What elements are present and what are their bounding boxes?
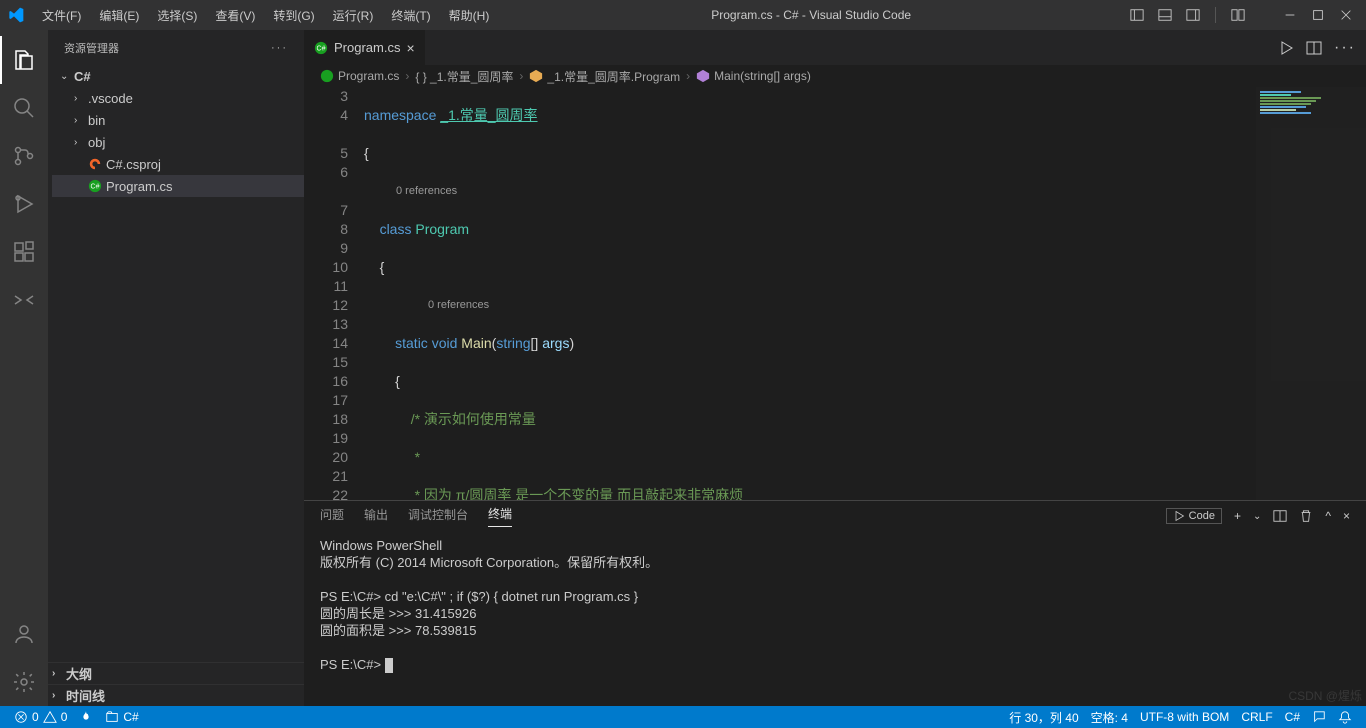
line-gutter: 345678910111213141516171819202122 bbox=[304, 87, 364, 500]
menu-terminal[interactable]: 终端(T) bbox=[383, 3, 438, 28]
watermark: CSDN @煋烁 bbox=[1288, 687, 1362, 704]
terminal-panel: 问题 输出 调试控制台 终端 Code + ⌄ ^ × Windows Powe… bbox=[304, 500, 1366, 706]
activity-search-icon[interactable] bbox=[0, 84, 48, 132]
tab-debug-console[interactable]: 调试控制台 bbox=[408, 506, 468, 527]
menu-view[interactable]: 查看(V) bbox=[207, 3, 263, 28]
activity-debug-icon[interactable] bbox=[0, 180, 48, 228]
menu-help[interactable]: 帮助(H) bbox=[441, 3, 498, 28]
maximize-panel-icon[interactable]: ^ bbox=[1325, 509, 1331, 523]
tab-label: Program.cs bbox=[334, 40, 400, 55]
activity-bar bbox=[0, 30, 48, 706]
sb-language[interactable]: C# bbox=[1279, 706, 1306, 728]
code-content[interactable]: namespace _1.常量_圆周率 { 0 references class… bbox=[364, 87, 1366, 500]
section-outline[interactable]: ›大纲 bbox=[48, 662, 304, 684]
tab-output[interactable]: 输出 bbox=[364, 506, 388, 527]
menu-selection[interactable]: 选择(S) bbox=[149, 3, 205, 28]
bc-namespace[interactable]: { } _1.常量_圆周率 bbox=[415, 68, 513, 85]
folder-vscode[interactable]: ›.vscode bbox=[52, 87, 304, 109]
tab-terminal[interactable]: 终端 bbox=[488, 505, 512, 527]
bc-method[interactable]: Main(string[] args) bbox=[714, 69, 811, 83]
folder-obj[interactable]: ›obj bbox=[52, 131, 304, 153]
file-tree: ⌄C# ›.vscode ›bin ›obj C#.csproj C#Progr… bbox=[48, 65, 304, 662]
folder-root[interactable]: ⌄C# bbox=[52, 65, 304, 87]
folder-bin[interactable]: ›bin bbox=[52, 109, 304, 131]
sb-cursor-position[interactable]: 行 30，列 40 bbox=[1003, 706, 1084, 728]
minimize-icon[interactable] bbox=[1278, 3, 1302, 27]
file-csproj[interactable]: C#.csproj bbox=[52, 153, 304, 175]
panel-tabs: 问题 输出 调试控制台 终端 Code + ⌄ ^ × bbox=[304, 501, 1366, 531]
sb-flame-icon[interactable] bbox=[73, 706, 99, 728]
menu-edit[interactable]: 编辑(E) bbox=[91, 3, 147, 28]
terminal-dropdown-icon[interactable]: ⌄ bbox=[1253, 511, 1261, 522]
sb-project[interactable]: C# bbox=[99, 706, 144, 728]
editor-area: C# Program.cs × ··· Program.cs› { } _1.常… bbox=[304, 30, 1366, 706]
menu-bar: 文件(F) 编辑(E) 选择(S) 查看(V) 转到(G) 运行(R) 终端(T… bbox=[34, 3, 497, 28]
sb-encoding[interactable]: UTF-8 with BOM bbox=[1134, 706, 1235, 728]
split-editor-icon[interactable] bbox=[1306, 40, 1322, 56]
cs-file-icon bbox=[320, 69, 334, 83]
code-editor[interactable]: 345678910111213141516171819202122 namesp… bbox=[304, 87, 1366, 500]
maximize-icon[interactable] bbox=[1306, 3, 1330, 27]
sb-feedback-icon[interactable] bbox=[1306, 706, 1332, 728]
menu-goto[interactable]: 转到(G) bbox=[265, 3, 322, 28]
activity-explorer-icon[interactable] bbox=[0, 36, 48, 84]
terminal-content[interactable]: Windows PowerShell 版权所有 (C) 2014 Microso… bbox=[304, 531, 1366, 706]
bc-class[interactable]: _1.常量_圆周率.Program bbox=[547, 68, 680, 85]
method-icon bbox=[696, 69, 710, 83]
layout-secondary-side-icon[interactable] bbox=[1181, 3, 1205, 27]
svg-text:C#: C# bbox=[317, 45, 326, 52]
split-terminal-icon[interactable] bbox=[1273, 509, 1287, 523]
explorer-header: 资源管理器 ··· bbox=[48, 30, 304, 65]
activity-scm-icon[interactable] bbox=[0, 132, 48, 180]
explorer-more-icon[interactable]: ··· bbox=[271, 42, 288, 54]
sb-notifications-icon[interactable] bbox=[1332, 706, 1358, 728]
close-panel-icon[interactable]: × bbox=[1343, 509, 1350, 523]
sidebar-explorer: 资源管理器 ··· ⌄C# ›.vscode ›bin ›obj C#.cspr… bbox=[48, 30, 304, 706]
cs-file-icon: C# bbox=[314, 41, 328, 55]
tab-problems[interactable]: 问题 bbox=[320, 506, 344, 527]
class-icon bbox=[529, 69, 543, 83]
run-icon[interactable] bbox=[1278, 40, 1294, 56]
titlebar: 文件(F) 编辑(E) 选择(S) 查看(V) 转到(G) 运行(R) 终端(T… bbox=[0, 0, 1366, 30]
minimap[interactable] bbox=[1256, 87, 1366, 500]
window-controls bbox=[1125, 3, 1358, 27]
new-terminal-icon[interactable]: + bbox=[1234, 509, 1241, 523]
activity-remote-icon[interactable] bbox=[0, 276, 48, 324]
sb-indentation[interactable]: 空格: 4 bbox=[1085, 706, 1134, 728]
vscode-logo-icon bbox=[8, 7, 24, 23]
layout-primary-side-icon[interactable] bbox=[1125, 3, 1149, 27]
layout-panel-icon[interactable] bbox=[1153, 3, 1177, 27]
sb-eol[interactable]: CRLF bbox=[1235, 706, 1278, 728]
terminal-profile[interactable]: Code bbox=[1166, 508, 1222, 524]
explorer-title: 资源管理器 bbox=[64, 40, 119, 56]
bc-file[interactable]: Program.cs bbox=[338, 69, 399, 83]
tab-program-cs[interactable]: C# Program.cs × bbox=[304, 30, 426, 65]
breadcrumb[interactable]: Program.cs› { } _1.常量_圆周率› _1.常量_圆周率.Pro… bbox=[304, 65, 1366, 87]
editor-actions: ··· bbox=[1268, 30, 1366, 65]
status-bar: 00 C# 行 30，列 40 空格: 4 UTF-8 with BOM CRL… bbox=[0, 706, 1366, 728]
menu-run[interactable]: 运行(R) bbox=[325, 3, 382, 28]
close-icon[interactable] bbox=[1334, 3, 1358, 27]
section-timeline[interactable]: ›时间线 bbox=[48, 684, 304, 706]
sb-errors[interactable]: 00 bbox=[8, 706, 73, 728]
layout-customize-icon[interactable] bbox=[1226, 3, 1250, 27]
menu-file[interactable]: 文件(F) bbox=[34, 3, 89, 28]
tab-close-icon[interactable]: × bbox=[406, 40, 414, 56]
svg-text:C#: C# bbox=[91, 184, 100, 191]
file-program-cs[interactable]: C#Program.cs bbox=[52, 175, 304, 197]
activity-settings-icon[interactable] bbox=[0, 658, 48, 706]
activity-extensions-icon[interactable] bbox=[0, 228, 48, 276]
trash-icon[interactable] bbox=[1299, 509, 1313, 523]
editor-more-icon[interactable]: ··· bbox=[1334, 39, 1356, 57]
window-title: Program.cs - C# - Visual Studio Code bbox=[497, 8, 1125, 22]
activity-account-icon[interactable] bbox=[0, 610, 48, 658]
editor-tabs: C# Program.cs × ··· bbox=[304, 30, 1366, 65]
